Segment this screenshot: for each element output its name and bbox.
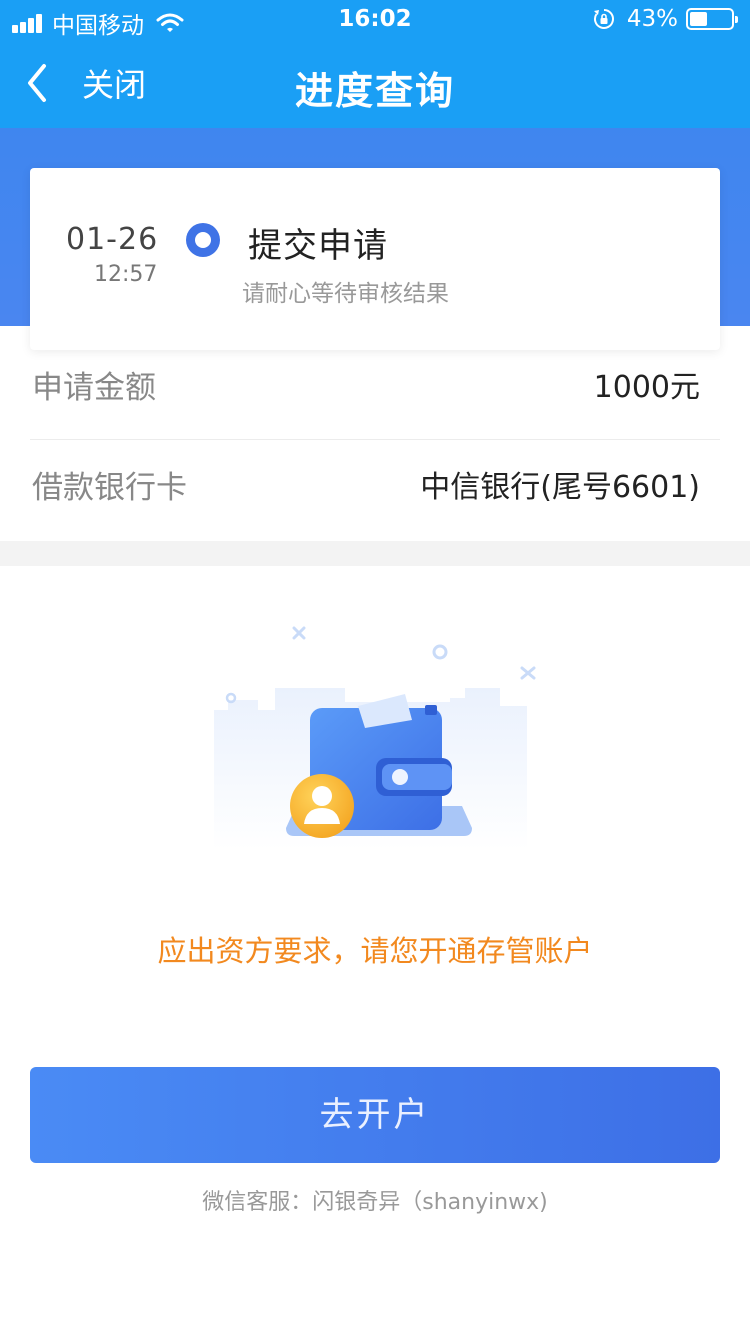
battery-icon	[686, 8, 738, 30]
battery-percent: 43%	[626, 6, 678, 32]
amount-value: 1000元	[593, 370, 700, 405]
step-indicator-icon	[186, 223, 220, 257]
step-title: 提交申请	[248, 226, 388, 266]
progress-card: 01-26 12:57 提交申请 请耐心等待审核结果	[30, 168, 720, 350]
wallet-illustration	[214, 626, 536, 850]
bank-card-value: 中信银行(尾号6601)	[420, 470, 700, 505]
status-right: 43%	[593, 6, 738, 32]
progress-time: 12:57	[94, 262, 158, 287]
bank-card-label: 借款银行卡	[32, 470, 187, 506]
section-divider	[0, 541, 750, 566]
amount-label: 申请金额	[32, 370, 156, 406]
battery-fill	[690, 12, 708, 26]
rotation-lock-icon	[593, 9, 614, 29]
amount-row: 申请金额 1000元	[30, 340, 720, 440]
progress-date: 01-26	[66, 222, 159, 257]
status-bar: 中国移动 16:02 43%	[0, 0, 750, 40]
page-title: 进度查询	[294, 69, 455, 113]
notice-text: 应出资方要求，请您开通存管账户	[157, 934, 593, 968]
step-description: 请耐心等待审核结果	[242, 281, 449, 307]
customer-service-text: 微信客服：闪银奇异（shanyinwx)	[202, 1190, 548, 1215]
nav-bar: 关闭 进度查询	[0, 40, 750, 128]
bank-card-row: 借款银行卡 中信银行(尾号6601)	[30, 440, 720, 540]
open-account-button[interactable]: 去开户	[30, 1067, 720, 1163]
